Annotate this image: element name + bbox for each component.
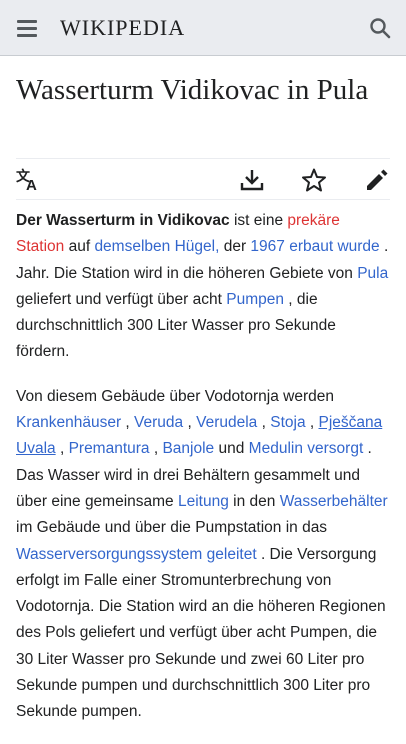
logo-text: WIKIPEDIA xyxy=(60,15,186,40)
text: ist eine xyxy=(229,212,288,229)
link-medulin-versorgt[interactable]: Medulin versorgt xyxy=(249,440,364,457)
edit-pencil-icon[interactable] xyxy=(364,167,390,193)
paragraph-2: Von diesem Gebäude über Vodotornja werde… xyxy=(16,384,390,726)
language-icon[interactable]: 文 A xyxy=(16,167,42,194)
link-wasserbehaelter[interactable]: Wasserbehälter xyxy=(280,493,388,510)
link-1967-erbaut[interactable]: 1967 erbaut wurde xyxy=(250,238,379,255)
wikipedia-logo[interactable]: WIKIPEDIA xyxy=(60,15,185,41)
text: , xyxy=(149,440,163,458)
link-wasserversorgungssystem[interactable]: Wasserversorgungssystem geleitet xyxy=(16,546,257,563)
text: . Die Versorgung erfolgt im Falle einer … xyxy=(16,545,386,721)
text: Von diesem Gebäude über Vodotornja werde… xyxy=(16,387,334,405)
text: geliefert und verfügt über acht xyxy=(16,290,227,308)
link-leitung[interactable]: Leitung xyxy=(178,493,229,510)
text: , xyxy=(55,440,69,458)
svg-text:A: A xyxy=(26,177,37,193)
link-stoja[interactable]: Stoja xyxy=(270,414,305,431)
page-title: Wasserturm Vidikovac in Pula xyxy=(16,74,369,106)
paragraph-1: Der Wasserturm in Vidikovac ist eine pre… xyxy=(16,208,390,366)
link-verudela[interactable]: Verudela xyxy=(196,414,257,431)
top-header-bar: WIKIPEDIA xyxy=(0,0,406,56)
link-krankenhaeuser[interactable]: Krankenhäuser xyxy=(16,414,121,431)
text: , xyxy=(183,414,197,432)
link-premantura[interactable]: Premantura xyxy=(69,440,150,457)
link-demselben-huegel[interactable]: demselben Hügel, xyxy=(94,238,219,255)
download-icon[interactable] xyxy=(239,167,265,193)
text: und xyxy=(214,440,249,458)
text: , xyxy=(121,414,135,432)
link-pula[interactable]: Pula xyxy=(357,265,388,282)
text: der xyxy=(219,238,251,256)
bold-subject: Der Wasserturm in Vidikovac xyxy=(16,212,230,229)
hamburger-menu-icon[interactable] xyxy=(16,18,38,38)
text: im Gebäude und über die Pumpstation in d… xyxy=(16,519,328,537)
page-actions-toolbar: 文 A xyxy=(16,158,390,200)
link-banjole[interactable]: Banjole xyxy=(162,440,214,457)
link-veruda[interactable]: Veruda xyxy=(134,414,183,431)
text: auf xyxy=(64,238,95,256)
link-pumpen[interactable]: Pumpen xyxy=(226,291,284,308)
text: in den xyxy=(228,492,280,510)
text: , xyxy=(257,414,271,432)
star-icon[interactable] xyxy=(301,167,327,193)
search-icon[interactable] xyxy=(368,16,392,40)
article-body: Der Wasserturm in Vidikovac ist eine pre… xyxy=(16,208,390,744)
text: , xyxy=(305,414,319,432)
